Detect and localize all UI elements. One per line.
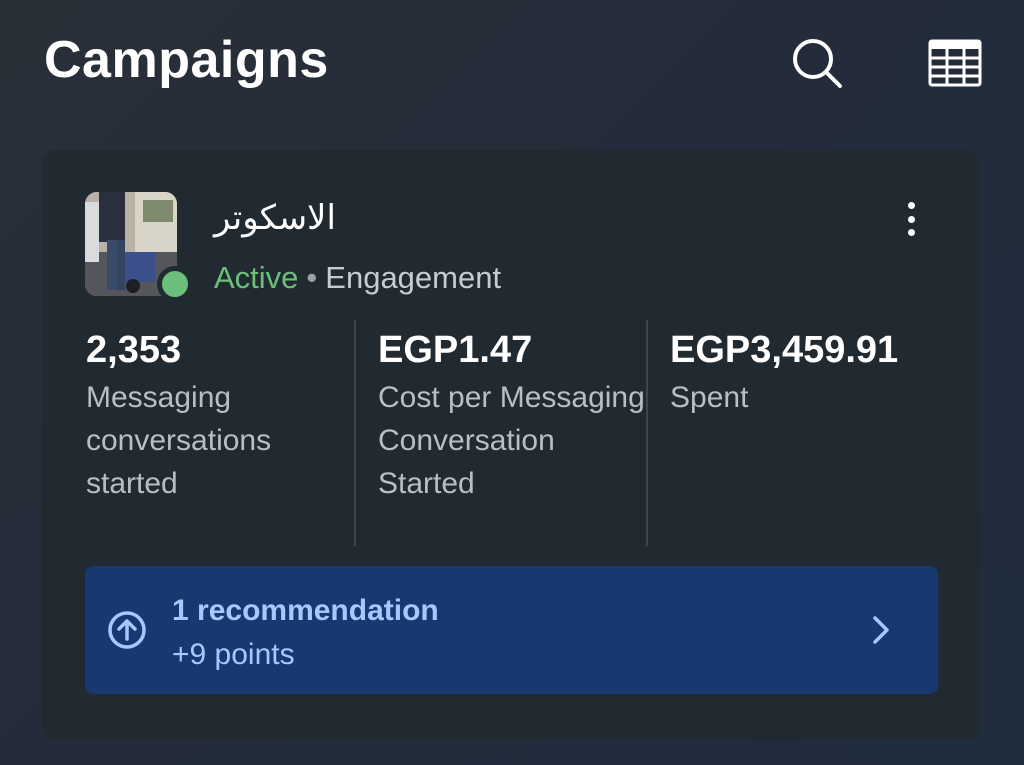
metric-spent: EGP3,459.91 Spent <box>670 320 960 546</box>
arrow-up-circle-icon <box>107 610 147 650</box>
metric-label: Spent <box>670 381 749 414</box>
top-bar: Campaigns <box>0 0 1024 130</box>
campaign-card[interactable]: الاسكوتر Active • Engagement 2,353 Messagi… <box>42 150 980 740</box>
active-status-dot <box>157 266 193 302</box>
metric-value: 2,353 <box>86 329 182 371</box>
recommendation-title: 1 recommendation <box>172 594 439 627</box>
objective-label: Engagement <box>325 260 502 295</box>
status-label: Active <box>214 260 299 295</box>
more-options-icon[interactable] <box>894 198 928 240</box>
recommendation-points: +9 points <box>172 638 295 671</box>
chevron-right-icon <box>869 612 893 648</box>
metric-divider <box>646 320 648 546</box>
page-title: Campaigns <box>44 31 329 89</box>
campaign-thumbnail[interactable] <box>85 192 193 302</box>
campaign-name[interactable]: الاسكوتر <box>214 198 336 238</box>
search-icon[interactable] <box>790 36 844 90</box>
metric-value: EGP3,459.91 <box>670 329 899 371</box>
metric-cost-per-conversation: EGP1.47 Cost per Messaging Conversation … <box>378 320 646 546</box>
recommendation-banner[interactable]: 1 recommendation +9 points <box>85 566 938 694</box>
metric-value: EGP1.47 <box>378 329 533 371</box>
metrics-row: 2,353 Messaging conversations started EG… <box>42 320 980 546</box>
campaign-status-line: Active • Engagement <box>214 260 501 296</box>
metric-conversations: 2,353 Messaging conversations started <box>86 320 354 546</box>
metric-divider <box>354 320 356 546</box>
metric-label: Messaging conversations started <box>86 381 272 500</box>
metric-label: Cost per Messaging Conversation Started <box>378 381 645 500</box>
table-icon[interactable] <box>928 36 982 90</box>
status-separator: • <box>306 260 318 295</box>
